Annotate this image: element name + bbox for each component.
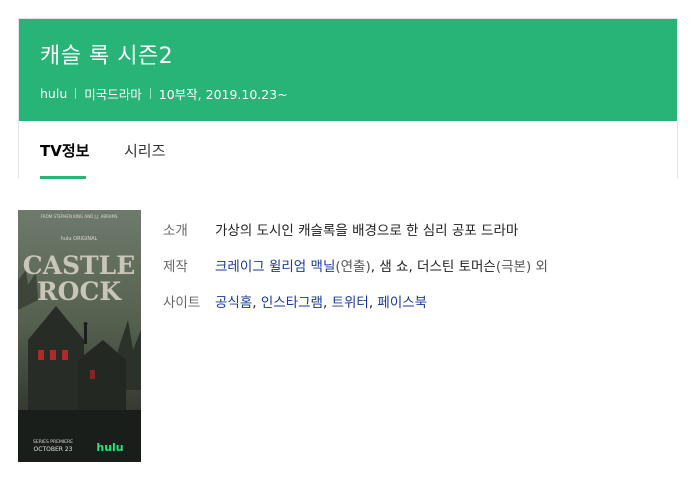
poster-title-line1: CASTLE: [23, 251, 136, 280]
tv-info-card: 캐슬 록 시즌2 hulu 미국드라마 10부작, 2019.10.23~ TV…: [18, 18, 678, 179]
tab-series[interactable]: 시리즈: [124, 140, 165, 161]
site-link-instagram[interactable]: 인스타그램: [261, 295, 323, 311]
info-value: 공식홈, 인스타그램, 트위터, 페이스북: [215, 291, 427, 311]
site-link-official[interactable]: 공식홈: [215, 295, 252, 311]
meta-divider: [149, 88, 151, 99]
site-link-twitter[interactable]: 트위터: [332, 295, 369, 311]
meta-line: hulu 미국드라마 10부작, 2019.10.23~: [40, 84, 288, 103]
meta-divider: [75, 88, 77, 99]
poster-date: OCTOBER 23: [34, 446, 73, 453]
meta-episodes: 10부작, 2019.10.23~: [158, 87, 288, 102]
director-link[interactable]: 크레이그 윌리엄 맥닐: [215, 259, 335, 275]
meta-genre: 미국드라마: [84, 87, 142, 102]
poster-small-logo: hulu ORIGINAL: [61, 236, 98, 242]
meta-network: hulu: [40, 86, 68, 101]
link-separator: ,: [252, 295, 261, 311]
writers-text: , 샘 쇼, 더스틴 토머슨: [370, 259, 496, 275]
poster-title-line2: ROCK: [37, 277, 122, 306]
info-value: 크레이그 윌리엄 맥닐(연출), 샘 쇼, 더스틴 토머슨(극본) 외: [215, 255, 548, 275]
link-separator: ,: [322, 295, 332, 311]
info-label: 사이트: [163, 295, 201, 311]
poster-top-text: FROM STEPHEN KING AND J.J. ABRAMS: [41, 214, 118, 219]
header: 캐슬 록 시즌2 hulu 미국드라마 10부작, 2019.10.23~: [19, 19, 677, 121]
poster-image[interactable]: FROM STEPHEN KING AND J.J. ABRAMS hulu O…: [18, 210, 141, 462]
tab-bar: TV정보 시리즈: [19, 121, 677, 179]
director-role: (연출): [335, 259, 371, 275]
info-value: 가상의 도시인 캐슬록을 배경으로 한 심리 공포 드라마: [215, 223, 519, 239]
info-label: 제작: [163, 259, 188, 275]
tab-tv-info[interactable]: TV정보: [40, 140, 89, 161]
info-label: 소개: [163, 223, 188, 239]
poster-premiere: SERIES PREMIERE: [33, 439, 73, 445]
writers-role: (극본) 외: [495, 259, 548, 275]
page-title: 캐슬 록 시즌2: [40, 44, 174, 69]
active-tab-indicator: [40, 176, 86, 179]
poster-brand-logo: hulu: [96, 441, 123, 454]
site-link-facebook[interactable]: 페이스북: [377, 295, 427, 311]
poster-art: FROM STEPHEN KING AND J.J. ABRAMS hulu O…: [18, 210, 141, 462]
